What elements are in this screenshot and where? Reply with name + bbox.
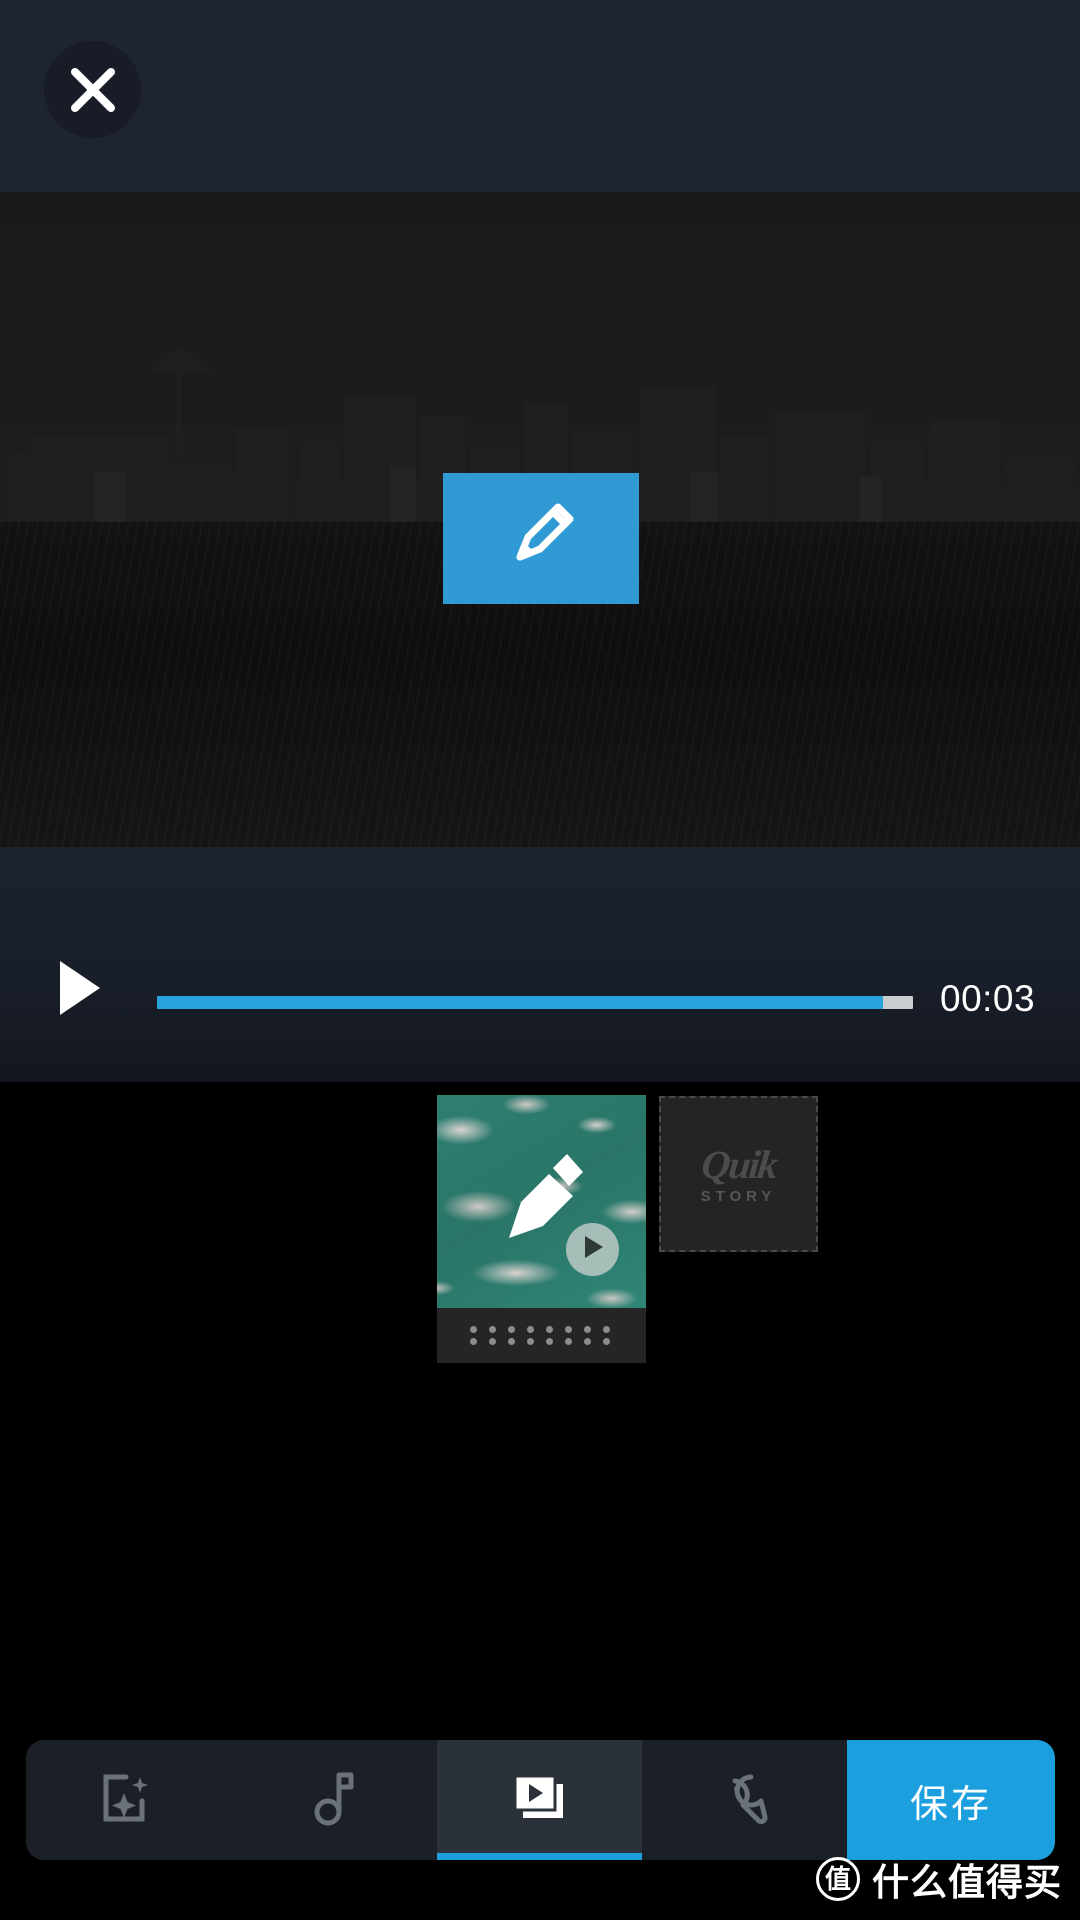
quik-logo-word: Quik — [699, 1141, 779, 1187]
save-button[interactable]: 保存 — [847, 1740, 1055, 1860]
current-time-label: 00:03 — [940, 978, 1036, 1019]
timeline-clip-video[interactable] — [437, 1095, 646, 1363]
top-bar — [0, 0, 1080, 192]
watermark-badge: 值 — [816, 1857, 860, 1901]
video-slides-icon — [511, 1770, 567, 1831]
close-button[interactable] — [44, 41, 141, 138]
quik-logo-sub: STORY — [700, 1187, 777, 1205]
clip-drag-handle[interactable] — [437, 1308, 646, 1363]
player-bar — [0, 847, 1080, 1082]
tab-style[interactable] — [26, 1740, 232, 1860]
close-icon — [67, 64, 119, 116]
save-button-label: 保存 — [909, 1783, 992, 1826]
watermark: 值 什么值得买 — [816, 1852, 1062, 1906]
app-root: 00:03 Quik STORY 保存 值 什么值得买 — [0, 0, 1080, 1920]
watermark-text: 什么值得买 — [872, 1862, 1062, 1903]
timeline-clip-outro[interactable]: Quik STORY — [659, 1096, 818, 1252]
photo-sparkle-icon — [102, 1771, 156, 1830]
clip-thumbnail — [437, 1095, 646, 1308]
play-button[interactable] — [50, 955, 110, 1025]
play-icon — [57, 959, 103, 1022]
pencil-icon — [498, 493, 584, 584]
tab-clips[interactable] — [436, 1740, 643, 1860]
bottom-toolbar: 保存 — [26, 1740, 1055, 1860]
progress-fill — [157, 996, 883, 1009]
play-icon — [581, 1234, 605, 1265]
clip-timeline: Quik STORY — [0, 1082, 1080, 1672]
music-note-icon — [309, 1769, 359, 1832]
tab-music[interactable] — [231, 1740, 437, 1860]
progress-track[interactable] — [157, 996, 913, 1009]
video-preview[interactable] — [0, 192, 1080, 847]
quik-logo: Quik STORY — [699, 1141, 779, 1205]
drag-handle-icon — [470, 1326, 613, 1345]
wrench-icon — [717, 1771, 771, 1830]
edit-overlay-button[interactable] — [443, 473, 639, 604]
tab-settings[interactable] — [641, 1740, 847, 1860]
clip-play-button[interactable] — [566, 1223, 619, 1276]
